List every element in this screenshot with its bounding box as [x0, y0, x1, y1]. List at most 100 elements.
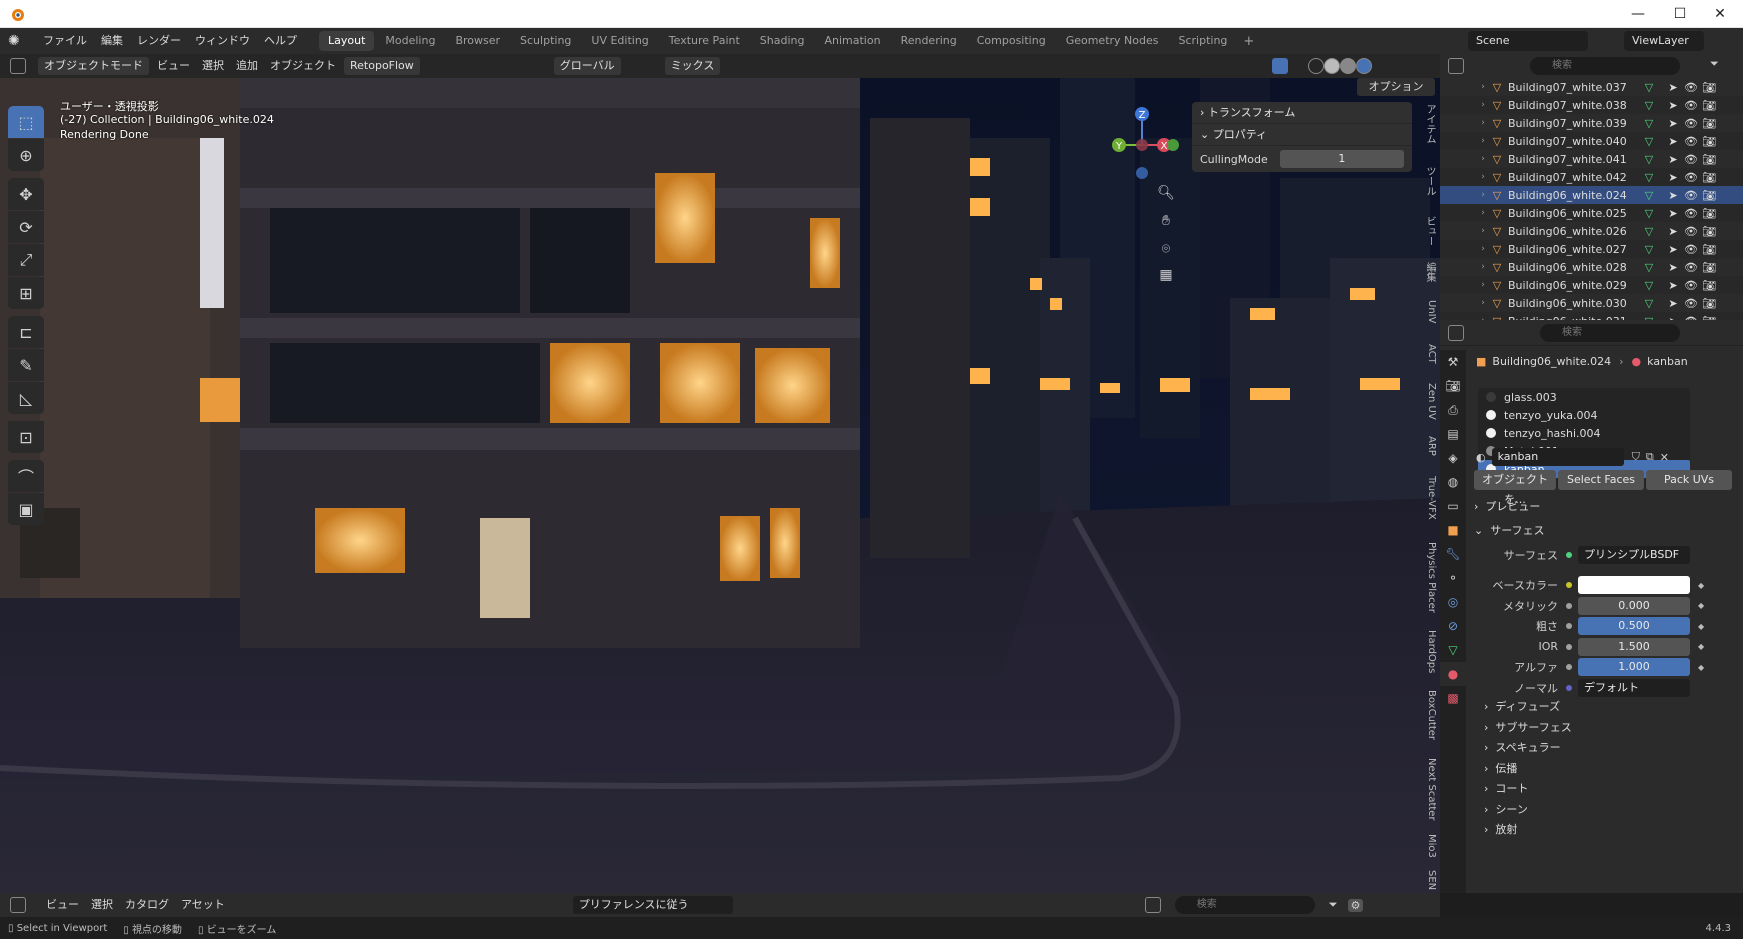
- asset-settings-gear-icon[interactable]: ⚙: [1347, 898, 1364, 912]
- mesh-data-icon[interactable]: ▽: [1634, 225, 1664, 238]
- selectable-icon[interactable]: ➤: [1664, 279, 1682, 292]
- tab-tool[interactable]: ツール: [1421, 166, 1437, 196]
- material-slot[interactable]: tenzyo_yuka.004: [1478, 406, 1690, 424]
- data-tab-icon[interactable]: ▽: [1440, 638, 1466, 662]
- tab-physics-placer[interactable]: Physics Placer: [1421, 542, 1437, 613]
- outliner-row[interactable]: › ▽ Building06_white.026 ▽ ➤ 👁︎ 📷︎: [1440, 222, 1743, 240]
- scene-tab-icon[interactable]: ◈: [1440, 446, 1466, 470]
- outliner-row[interactable]: › ▽ Building07_white.039 ▽ ➤ 👁︎ 📷︎: [1440, 114, 1743, 132]
- workspace-tab-animation[interactable]: Animation: [815, 31, 889, 51]
- bottom-editor-type-icon[interactable]: [10, 897, 26, 913]
- outliner-row[interactable]: › ▽ Building06_white.027 ▽ ➤ 👁︎ 📷︎: [1440, 240, 1743, 258]
- expand-arrow-icon[interactable]: ›: [1476, 82, 1490, 92]
- fake-user-icon[interactable]: ⛉: [1632, 450, 1640, 464]
- culling-mode-field[interactable]: 1: [1279, 150, 1404, 168]
- shading-solid-icon[interactable]: [1324, 58, 1341, 74]
- bsdf-subpanel-header[interactable]: › サブサーフェス: [1484, 717, 1572, 739]
- tab-true-vfx[interactable]: True-VFX: [1421, 476, 1437, 520]
- rotate-tool-icon[interactable]: ⟳: [8, 211, 44, 243]
- mesh-data-icon[interactable]: ▽: [1634, 279, 1664, 292]
- visibility-eye-icon[interactable]: 👁︎: [1682, 225, 1700, 238]
- bsdf-subpanel-header[interactable]: › コート: [1484, 778, 1528, 800]
- outliner-editor-icon[interactable]: [1448, 58, 1464, 74]
- visibility-eye-icon[interactable]: 👁︎: [1682, 189, 1700, 202]
- mesh-data-icon[interactable]: ▽: [1634, 243, 1664, 256]
- move-tool-icon[interactable]: ✥: [8, 178, 44, 210]
- outliner-row[interactable]: › ▽ Building07_white.041 ▽ ➤ 👁︎ 📷︎: [1440, 150, 1743, 168]
- render-camera-icon[interactable]: 📷︎: [1700, 207, 1718, 220]
- outliner-row[interactable]: ›▽Building06_white.031▽➤👁︎📷︎: [1440, 312, 1743, 321]
- workspace-tab-layout[interactable]: Layout: [319, 31, 375, 51]
- visibility-eye-icon[interactable]: 👁︎: [1682, 207, 1700, 220]
- editor-type-icon[interactable]: [10, 58, 26, 74]
- outliner-row[interactable]: › ▽ Building06_white.028 ▽ ➤ 👁︎ 📷︎: [1440, 258, 1743, 276]
- outliner-row[interactable]: › ▽ Building07_white.037 ▽ ➤ 👁︎ 📷︎: [1440, 78, 1743, 96]
- workspace-tab-browser[interactable]: Browser: [446, 31, 509, 51]
- surface-shader-field[interactable]: プリンシプルBSDF: [1578, 546, 1690, 564]
- workspace-tab-texture-paint[interactable]: Texture Paint: [660, 31, 749, 51]
- surface-panel-header[interactable]: ⌄ サーフェス: [1474, 520, 1545, 542]
- mesh-data-icon[interactable]: ▽: [1634, 99, 1664, 112]
- bsdf-field-value[interactable]: [1578, 576, 1690, 594]
- import-method-selector[interactable]: プリファレンスに従う: [572, 896, 733, 914]
- render-camera-icon[interactable]: 📷︎: [1700, 261, 1718, 274]
- selectable-icon[interactable]: ➤: [1664, 225, 1682, 238]
- bsdf-field-value[interactable]: デフォルト: [1578, 678, 1690, 697]
- shading-material-icon[interactable]: [1340, 58, 1357, 74]
- visibility-eye-icon[interactable]: 👁︎: [1682, 261, 1700, 274]
- selectable-icon[interactable]: ➤: [1664, 81, 1682, 94]
- bsdf-field-value[interactable]: 1.000: [1578, 658, 1690, 676]
- render-camera-icon[interactable]: 📷︎: [1700, 171, 1718, 184]
- collection-tab-icon[interactable]: ▭: [1440, 494, 1466, 518]
- tab-next-scatter[interactable]: Next Scatter: [1421, 758, 1437, 821]
- add-menu[interactable]: 追加: [230, 55, 264, 77]
- material-slot[interactable]: glass.003: [1478, 388, 1690, 406]
- tab-boxcutter[interactable]: BoxCutter: [1421, 690, 1437, 740]
- mesh-data-icon[interactable]: ▽: [1634, 117, 1664, 130]
- mesh-data-icon[interactable]: ▽: [1634, 207, 1664, 220]
- selectable-icon[interactable]: ➤: [1664, 99, 1682, 112]
- close-window-button[interactable]: ✕: [1697, 0, 1743, 28]
- visibility-eye-icon[interactable]: 👁︎: [1682, 99, 1700, 112]
- expand-arrow-icon[interactable]: ›: [1476, 298, 1490, 308]
- material-slot[interactable]: tenzyo_hashi.004: [1478, 424, 1690, 442]
- object-menu[interactable]: オブジェクト: [264, 55, 342, 77]
- render-camera-icon[interactable]: 📷︎: [1700, 153, 1718, 166]
- render-camera-icon[interactable]: 📷︎: [1700, 99, 1718, 112]
- navigation-gizmo[interactable]: Z X Y: [1105, 100, 1180, 180]
- visibility-eye-icon[interactable]: 👁︎: [1682, 117, 1700, 130]
- visibility-eye-icon[interactable]: 👁︎: [1682, 297, 1700, 310]
- tab-view[interactable]: ビュー: [1421, 216, 1437, 246]
- workspace-tab-compositing[interactable]: Compositing: [968, 31, 1055, 51]
- selectable-icon[interactable]: ➤: [1664, 189, 1682, 202]
- unlink-material-icon[interactable]: ✕: [1660, 451, 1669, 464]
- render-camera-icon[interactable]: 📷︎: [1700, 81, 1718, 94]
- selectable-icon[interactable]: ➤: [1664, 171, 1682, 184]
- world-tab-icon[interactable]: ◍: [1440, 470, 1466, 494]
- tab-univ[interactable]: UnIV: [1421, 300, 1437, 323]
- workspace-tab-rendering[interactable]: Rendering: [892, 31, 966, 51]
- scene-selector[interactable]: Scene: [1468, 31, 1588, 51]
- camera-view-icon[interactable]: ⌾: [1155, 238, 1177, 260]
- measure-tool-icon[interactable]: ◺: [8, 382, 44, 414]
- select-menu[interactable]: 選択: [196, 55, 230, 77]
- outliner-row[interactable]: › ▽ Building06_white.030 ▽ ➤ 👁︎ 📷︎: [1440, 294, 1743, 312]
- cursor-tool-icon[interactable]: ⊕: [8, 139, 44, 171]
- gizmo-toggle-icon[interactable]: [1272, 58, 1289, 74]
- render-camera-icon[interactable]: 📷︎: [1700, 135, 1718, 148]
- expand-arrow-icon[interactable]: ›: [1476, 280, 1490, 290]
- render-camera-icon[interactable]: 📷︎: [1700, 117, 1718, 130]
- keyframe-icon[interactable]: ◆: [1698, 642, 1704, 651]
- outliner-row[interactable]: › ▽ Building07_white.040 ▽ ➤ 👁︎ 📷︎: [1440, 132, 1743, 150]
- properties-editor-icon[interactable]: [1448, 325, 1464, 341]
- properties-panel-header[interactable]: ⌄ プロパティ: [1192, 124, 1412, 146]
- catalog-menu[interactable]: カタログ: [119, 894, 175, 916]
- outliner-row[interactable]: › ▽ Building06_white.029 ▽ ➤ 👁︎ 📷︎: [1440, 276, 1743, 294]
- render-camera-icon[interactable]: 📷︎: [1700, 225, 1718, 238]
- outliner-row[interactable]: › ▽ Building07_white.038 ▽ ➤ 👁︎ 📷︎: [1440, 96, 1743, 114]
- workspace-tab-scripting[interactable]: Scripting: [1169, 31, 1236, 51]
- tab-edit[interactable]: 編集: [1421, 262, 1437, 282]
- selectable-icon[interactable]: ➤: [1664, 243, 1682, 256]
- selectable-icon[interactable]: ➤: [1664, 153, 1682, 166]
- bsdf-subpanel-header[interactable]: › シーン: [1484, 799, 1528, 821]
